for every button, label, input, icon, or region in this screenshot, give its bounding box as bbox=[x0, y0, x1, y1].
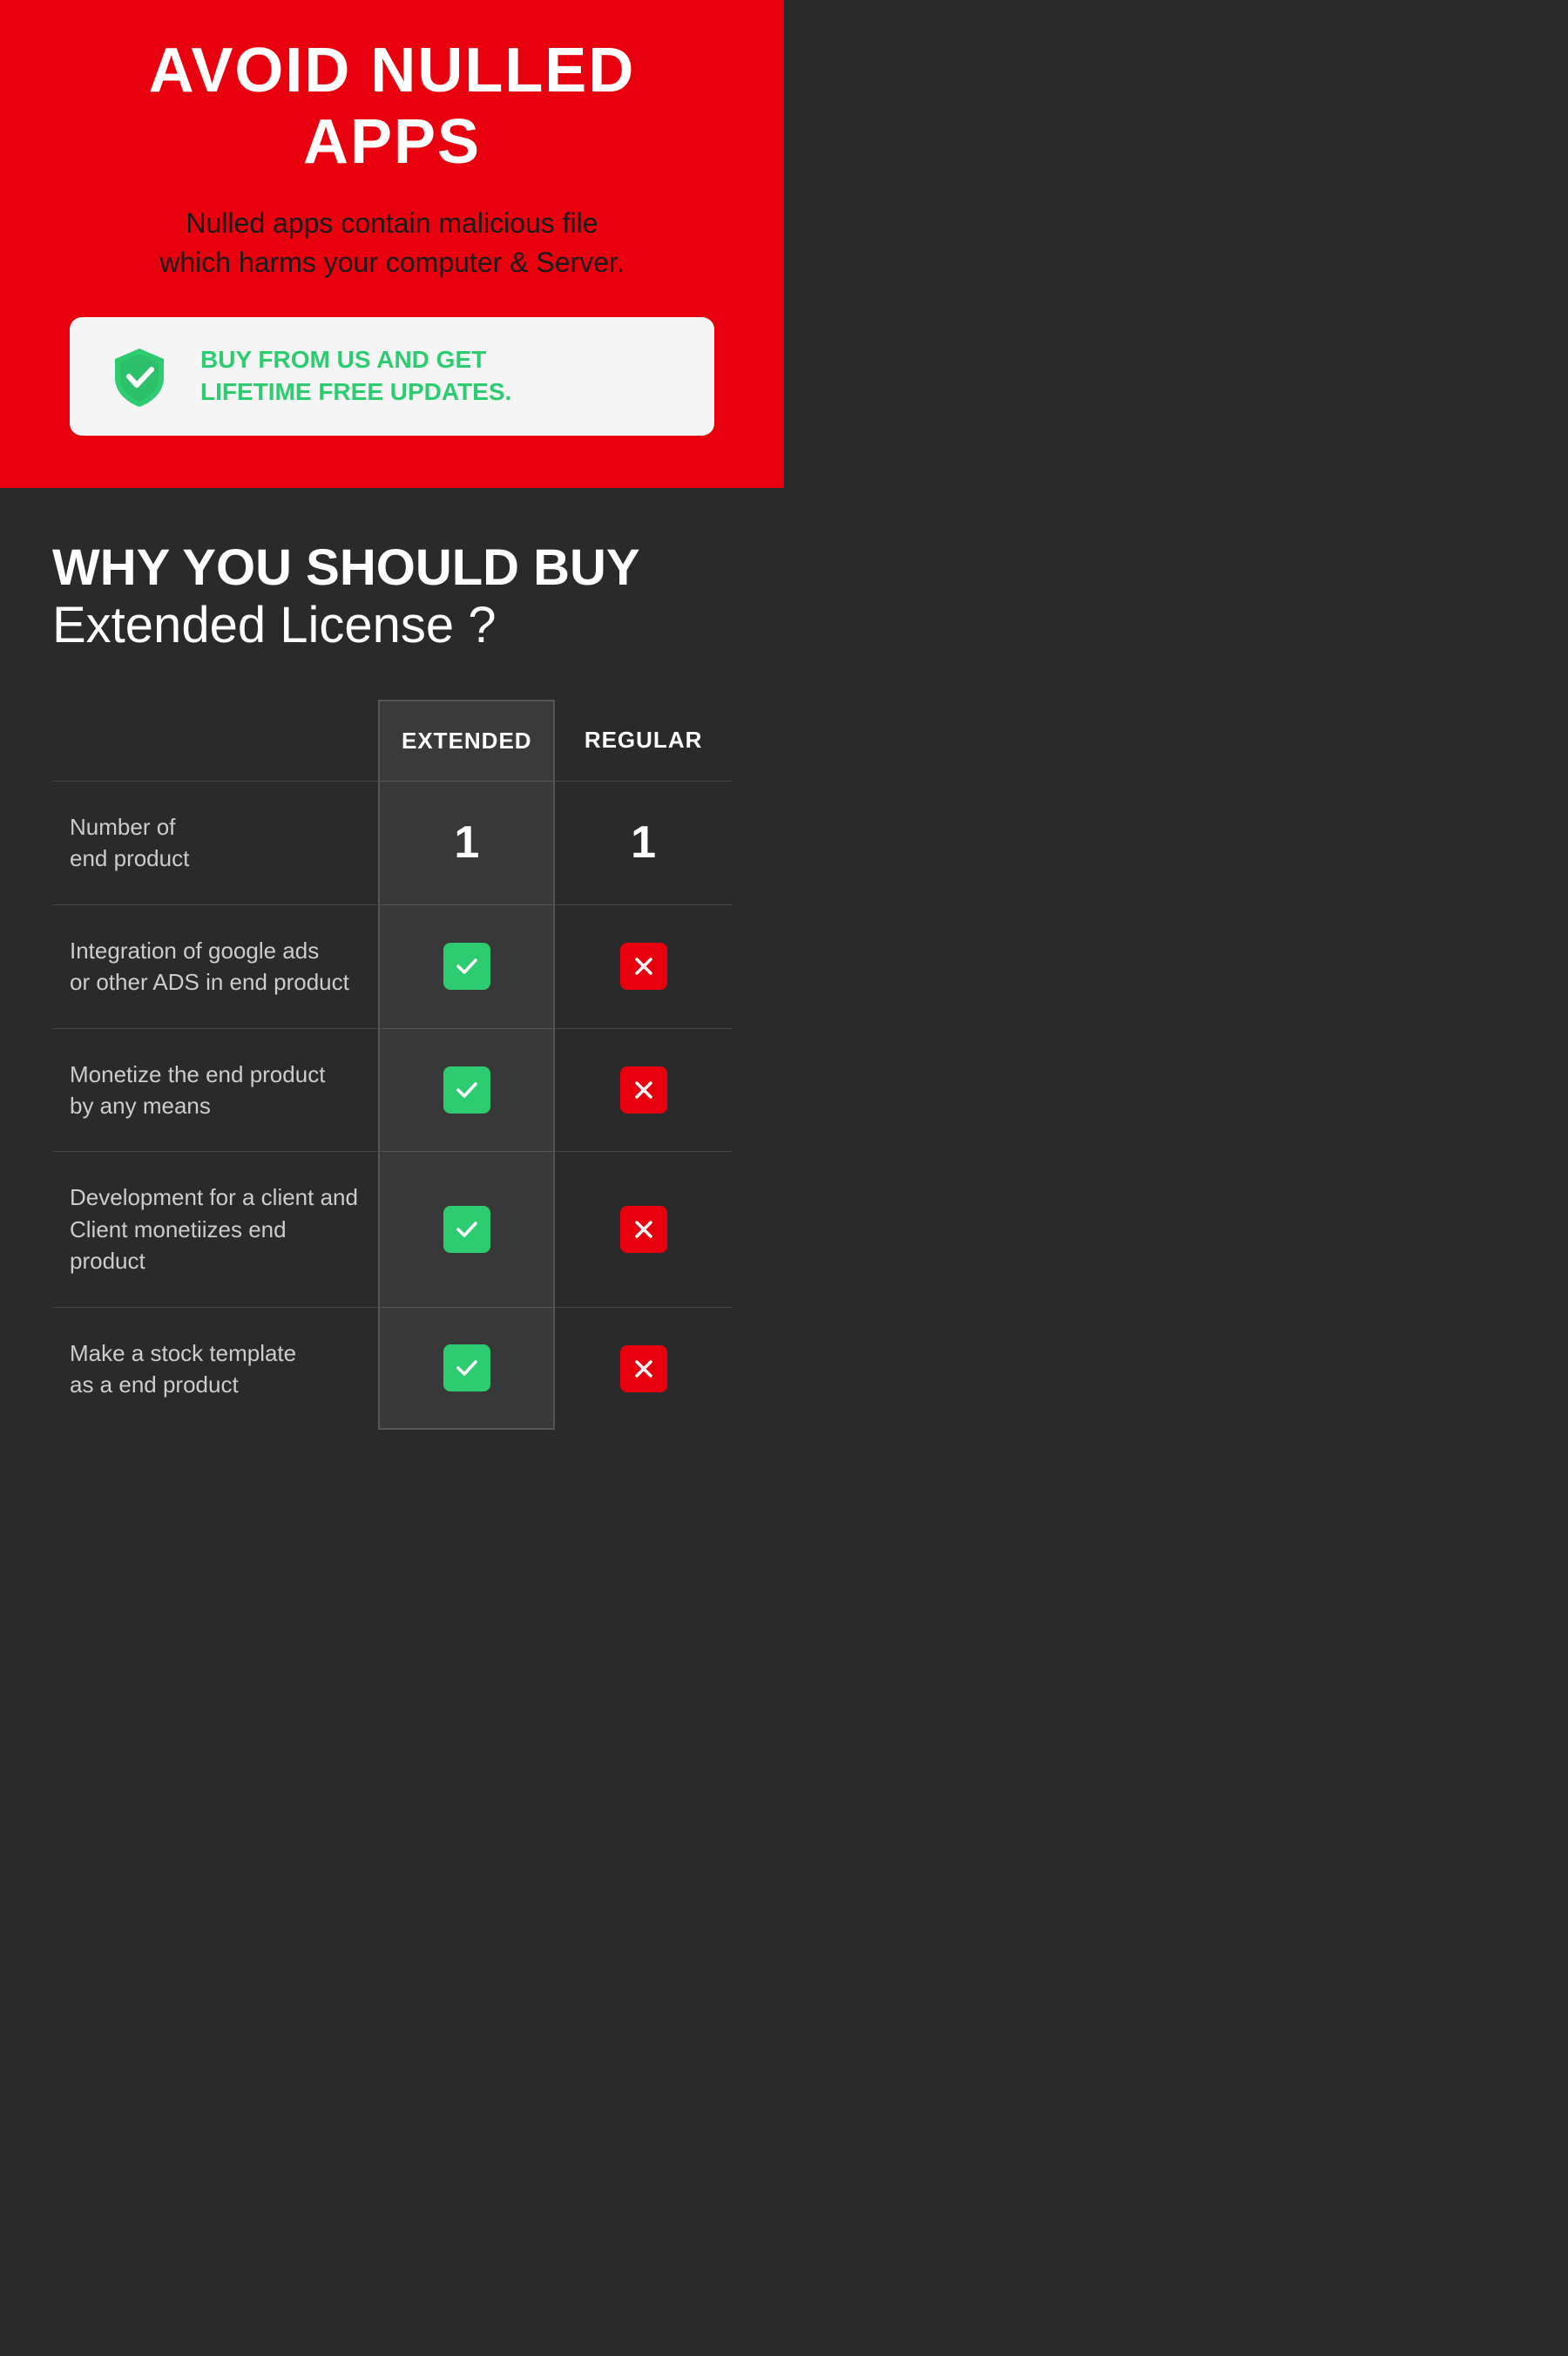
regular-cell bbox=[555, 1307, 732, 1431]
regular-cell bbox=[555, 904, 732, 1028]
dark-section: WHY YOU SHOULD BUY Extended License ? EX… bbox=[0, 488, 784, 1466]
check-icon bbox=[443, 1066, 490, 1114]
table-row: Monetize the end productby any means bbox=[52, 1028, 732, 1152]
feature-cell: Make a stock templateas a end product bbox=[52, 1307, 378, 1431]
why-title: WHY YOU SHOULD BUY bbox=[52, 540, 732, 596]
col-extended-header: EXTENDED bbox=[378, 700, 555, 781]
subtitle-text: Nulled apps contain malicious file which… bbox=[52, 204, 732, 282]
feature-cell: Monetize the end productby any means bbox=[52, 1028, 378, 1152]
col-feature-header bbox=[52, 700, 378, 781]
why-subtitle: Extended License ? bbox=[52, 595, 732, 656]
check-icon bbox=[443, 943, 490, 990]
cross-icon bbox=[620, 1345, 667, 1392]
cta-text: BUY FROM US AND GET LIFETIME FREE UPDATE… bbox=[200, 344, 511, 408]
feature-cell: Number ofend product bbox=[52, 781, 378, 904]
check-icon bbox=[443, 1206, 490, 1253]
table-row: Make a stock templateas a end product bbox=[52, 1307, 732, 1431]
cta-card: BUY FROM US AND GET LIFETIME FREE UPDATE… bbox=[70, 317, 714, 436]
check-icon bbox=[443, 1344, 490, 1391]
col-regular-header: REGULAR bbox=[555, 700, 732, 781]
shield-icon bbox=[105, 342, 174, 411]
table-row: Integration of google adsor other ADS in… bbox=[52, 904, 732, 1028]
table-row: Number ofend product 1 1 bbox=[52, 781, 732, 904]
regular-cell: 1 bbox=[555, 781, 732, 904]
avoid-title: AVOID NULLED APPS bbox=[52, 35, 732, 178]
extended-cell bbox=[378, 1307, 555, 1431]
table-row: Development for a client andClient monet… bbox=[52, 1151, 732, 1306]
comparison-table: EXTENDED REGULAR Number ofend product 1 1 I… bbox=[52, 700, 732, 1430]
cross-icon bbox=[620, 943, 667, 990]
extended-cell: 1 bbox=[378, 781, 555, 904]
extended-number: 1 bbox=[454, 817, 479, 868]
regular-number: 1 bbox=[631, 817, 656, 868]
regular-cell bbox=[555, 1151, 732, 1306]
extended-cell bbox=[378, 1028, 555, 1152]
cross-icon bbox=[620, 1206, 667, 1253]
table-header-row: EXTENDED REGULAR bbox=[52, 700, 732, 781]
feature-cell: Development for a client andClient monet… bbox=[52, 1151, 378, 1306]
extended-cell bbox=[378, 904, 555, 1028]
extended-cell bbox=[378, 1151, 555, 1306]
top-section: AVOID NULLED APPS Nulled apps contain ma… bbox=[0, 0, 784, 488]
feature-cell: Integration of google adsor other ADS in… bbox=[52, 904, 378, 1028]
regular-cell bbox=[555, 1028, 732, 1152]
cross-icon bbox=[620, 1066, 667, 1114]
